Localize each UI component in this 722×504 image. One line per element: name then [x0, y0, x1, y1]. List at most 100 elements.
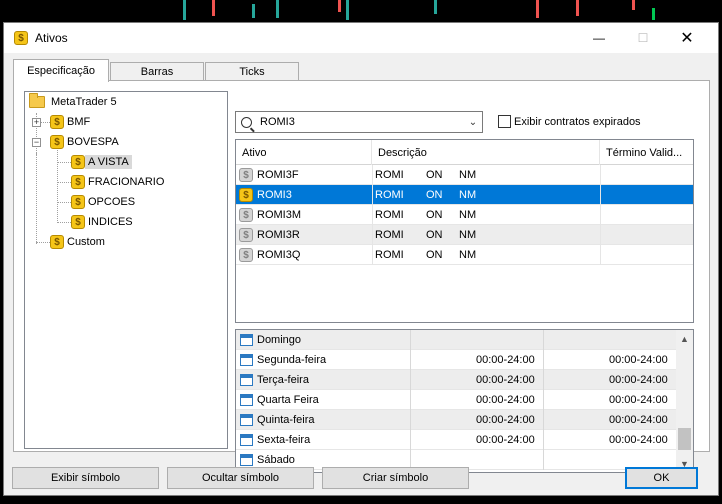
button-label: OK [653, 472, 670, 484]
show-symbol-button[interactable]: Exibir símbolo [12, 467, 159, 489]
tree-item-label: BOVESPA [67, 136, 119, 148]
table-row[interactable]: $ ROMI3Q ROMI ON NM [236, 245, 693, 265]
symbol-name: ROMI3R [257, 229, 300, 241]
ok-button[interactable]: OK [625, 467, 698, 489]
column-header-ativo[interactable]: Ativo [236, 140, 372, 165]
weekday-label: Terça-feira [257, 374, 309, 386]
weekday-label: Sexta-feira [257, 434, 311, 446]
symbol-table: Ativo Descrição Término Valid... $ ROMI3… [235, 139, 694, 323]
expand-icon[interactable]: + [32, 118, 41, 127]
tree-root-label: MetaTrader 5 [51, 96, 117, 108]
weekday-label: Domingo [257, 334, 302, 346]
minimize-icon: — [593, 31, 605, 45]
description-cell: ROMI [375, 209, 404, 221]
column-header-termino[interactable]: Término Valid... [600, 140, 693, 165]
quotes-session: 00:00-24:00 [476, 434, 535, 446]
description-cell: ROMI [375, 169, 404, 181]
description-cell: NM [459, 209, 477, 221]
maximize-button: ☐ [621, 23, 665, 53]
description-cell: ROMI [375, 229, 404, 241]
tab-ticks[interactable]: Ticks [205, 62, 299, 81]
close-icon: ✕ [680, 30, 694, 47]
tree-item-bmf[interactable]: $ BMF [50, 113, 93, 131]
coin-icon: $ [71, 155, 85, 169]
description-cell: ON [426, 189, 443, 201]
coin-icon: $ [50, 135, 64, 149]
tree-item-label: FRACIONARIO [88, 176, 165, 188]
tree-item-fracionario[interactable]: $ FRACIONARIO [71, 173, 167, 191]
show-expired-label: Exibir contratos expirados [514, 115, 641, 128]
close-button[interactable]: ✕ [665, 23, 709, 53]
maximize-icon: ☐ [637, 31, 649, 45]
folder-icon [29, 93, 45, 108]
table-row[interactable]: $ ROMI3M ROMI ON NM [236, 205, 693, 225]
sessions-table: Domingo Segunda-feira 00:00-24:00 00:00-… [235, 329, 694, 473]
trades-session: 00:00-24:00 [609, 434, 668, 446]
table-header: Ativo Descrição Término Valid... [236, 140, 693, 165]
calendar-icon [240, 354, 253, 366]
tree-item-label: OPCOES [88, 196, 136, 208]
tree-item-label: Custom [67, 236, 105, 248]
tab-label: Ticks [239, 66, 265, 78]
search-input[interactable]: ROMI3 [260, 116, 464, 128]
calendar-icon [240, 414, 253, 426]
quotes-session: 00:00-24:00 [476, 354, 535, 366]
coin-icon: $ [239, 208, 253, 222]
calendar-icon [240, 334, 253, 346]
button-label: Criar símbolo [362, 472, 429, 484]
tree-item-bovespa[interactable]: $ BOVESPA [50, 133, 122, 151]
description-cell: ROMI [375, 249, 404, 261]
description-cell: NM [459, 189, 477, 201]
tree-item-a-vista[interactable]: $ A VISTA [71, 153, 132, 171]
coin-icon: $ [239, 228, 253, 242]
vertical-scrollbar[interactable]: ▲ ▼ [676, 330, 693, 472]
button-label: Ocultar símbolo [201, 472, 280, 484]
calendar-icon [240, 454, 253, 466]
tree-item-indices[interactable]: $ INDICES [71, 213, 136, 231]
quotes-session: 00:00-24:00 [476, 394, 535, 406]
tab-especificacao[interactable]: Especificação [13, 59, 109, 82]
trades-session: 00:00-24:00 [609, 374, 668, 386]
column-header-descricao[interactable]: Descrição [372, 140, 600, 165]
scroll-thumb[interactable] [678, 428, 691, 450]
create-symbol-button[interactable]: Criar símbolo [322, 467, 469, 489]
tab-label: Especificação [27, 65, 95, 77]
coin-icon: $ [71, 175, 85, 189]
symbol-search-combobox[interactable]: ROMI3 ⌄ [235, 111, 483, 133]
quotes-session: 00:00-24:00 [476, 414, 535, 426]
chevron-down-icon[interactable]: ⌄ [464, 117, 482, 128]
calendar-icon [240, 374, 253, 386]
table-row: Quinta-feira 00:00-24:00 00:00-24:00 [236, 410, 676, 430]
tree-root[interactable]: MetaTrader 5 [29, 93, 120, 111]
column-label: Ativo [242, 146, 267, 159]
window-title: Ativos [35, 31, 68, 45]
description-cell: ON [426, 249, 443, 261]
coin-icon: $ [71, 215, 85, 229]
coin-icon: $ [71, 195, 85, 209]
scroll-up-icon[interactable]: ▲ [676, 330, 693, 347]
checkbox[interactable] [498, 115, 511, 128]
weekday-label: Quinta-feira [257, 414, 315, 426]
table-row[interactable]: $ ROMI3R ROMI ON NM [236, 225, 693, 245]
collapse-icon[interactable]: − [32, 138, 41, 147]
button-label: Exibir símbolo [50, 472, 121, 484]
minimize-button[interactable]: — [577, 23, 621, 53]
show-expired-checkbox[interactable]: Exibir contratos expirados [498, 115, 641, 128]
table-row[interactable]: $ ROMI3F ROMI ON NM [236, 165, 693, 185]
table-row: Sexta-feira 00:00-24:00 00:00-24:00 [236, 430, 676, 450]
table-row-selected[interactable]: $ ROMI3 ROMI ON NM [236, 185, 693, 205]
description-cell: NM [459, 169, 477, 181]
trades-session: 00:00-24:00 [609, 414, 668, 426]
description-cell: ON [426, 209, 443, 221]
coin-icon: $ [50, 115, 64, 129]
table-row: Domingo [236, 330, 676, 350]
description-cell: NM [459, 229, 477, 241]
tab-barras[interactable]: Barras [110, 62, 204, 81]
symbol-group-tree[interactable]: MetaTrader 5 + $ BMF − $ BOVESPA $ A VIS… [24, 91, 228, 449]
tab-label: Barras [140, 66, 174, 78]
hide-symbol-button[interactable]: Ocultar símbolo [167, 467, 314, 489]
tree-item-opcoes[interactable]: $ OPCOES [71, 193, 138, 211]
table-row: Segunda-feira 00:00-24:00 00:00-24:00 [236, 350, 676, 370]
custom-coin-icon: $ [50, 235, 64, 249]
tree-item-custom[interactable]: $ Custom [50, 233, 108, 251]
